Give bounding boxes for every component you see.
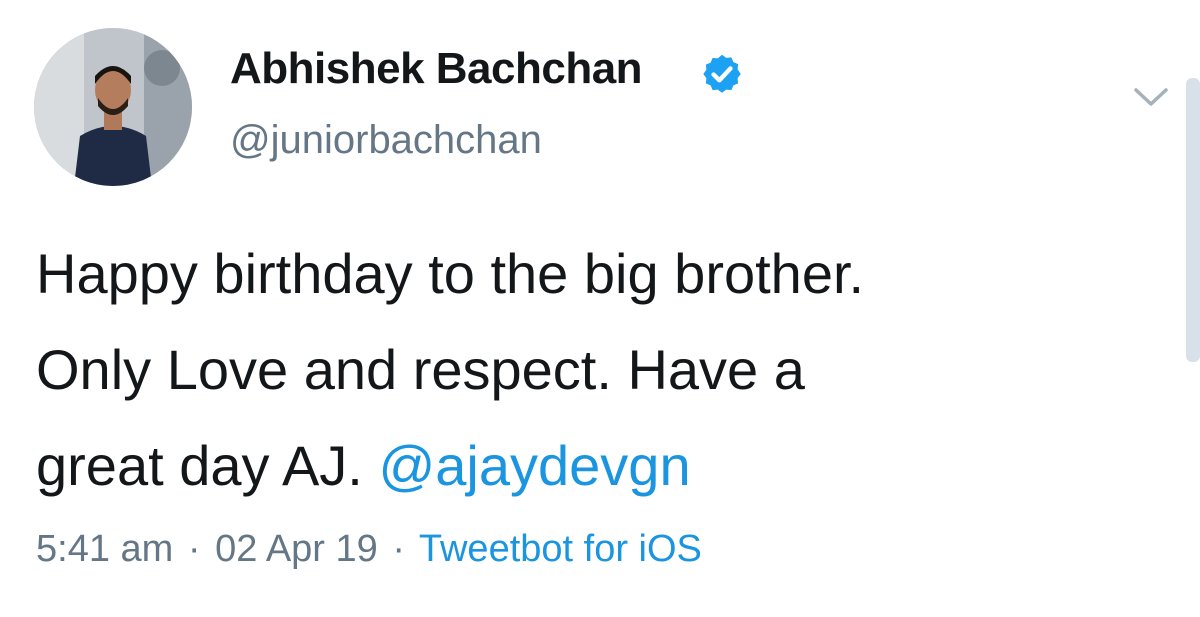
meta-separator: · bbox=[187, 528, 201, 570]
author-handle[interactable]: @juniorbachchan bbox=[230, 118, 542, 163]
tweet-time[interactable]: 5:41 am bbox=[36, 528, 173, 570]
tweet-text-segment: great day AJ. bbox=[36, 434, 379, 497]
tweet-text-line: Only Love and respect. Have a bbox=[36, 338, 805, 401]
tweet-text-line: great day AJ. @ajaydevgn bbox=[36, 418, 1156, 514]
tweet-date[interactable]: 02 Apr 19 bbox=[215, 528, 378, 570]
verified-badge-icon bbox=[703, 54, 741, 93]
mention-link[interactable]: @ajaydevgn bbox=[378, 434, 690, 497]
author-name[interactable]: Abhishek Bachchan bbox=[230, 44, 643, 94]
chevron-down-icon[interactable] bbox=[1132, 84, 1170, 110]
avatar-photo bbox=[34, 28, 192, 186]
tweet-text: Happy birthday to the big brother. Only … bbox=[36, 226, 1156, 514]
scrollbar[interactable] bbox=[1186, 78, 1200, 362]
avatar[interactable] bbox=[34, 28, 192, 186]
meta-separator: · bbox=[392, 528, 405, 570]
tweet-card: Abhishek Bachchan @juniorbachchan Happy … bbox=[0, 0, 1200, 617]
tweet-source-link[interactable]: Tweetbot for iOS bbox=[419, 528, 702, 570]
tweet-text-line: Happy birthday to the big brother. bbox=[36, 242, 865, 305]
tweet-metadata: 5:41 am · 02 Apr 19 · Tweetbot for iOS bbox=[36, 528, 702, 571]
